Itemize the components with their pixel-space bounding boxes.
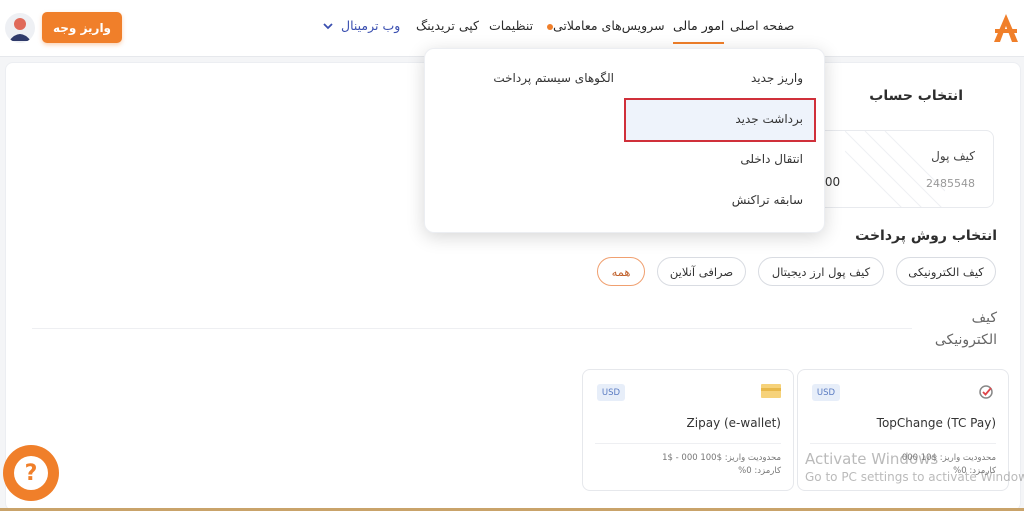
menu-item-transaction-history[interactable]: سابقه تراکنش	[732, 193, 803, 207]
question-mark-icon: ?	[14, 456, 48, 490]
zipay-logo-icon	[761, 384, 781, 398]
watermark-line-2: Go to PC settings to activate Windows.	[805, 470, 1024, 484]
nav-web-terminal[interactable]: وب ترمینال	[341, 18, 400, 33]
help-chat-button[interactable]: ?	[3, 445, 59, 501]
filter-all[interactable]: همه	[597, 257, 645, 286]
menu-item-new-withdrawal[interactable]: برداشت جدید	[735, 112, 803, 126]
method-fee: کارمزد: 0%	[738, 466, 781, 476]
currency-badge: USD	[812, 384, 840, 401]
nav-settings[interactable]: تنظیمات	[489, 18, 533, 33]
filter-ewallet[interactable]: کیف الکترونیکی	[896, 257, 996, 286]
menu-item-new-deposit[interactable]: واریز جدید	[751, 71, 803, 85]
menu-item-payment-system-patterns[interactable]: الگوهای سیستم پرداخت	[493, 71, 614, 85]
account-select-title: انتخاب حساب	[869, 88, 963, 104]
wallet-card[interactable]: کیف پول 2485548 .00	[814, 130, 994, 208]
wallet-name: کیف پول	[931, 149, 975, 163]
nav-home[interactable]: صفحه اصلی	[730, 18, 794, 33]
payment-method-title: انتخاب روش پرداخت	[855, 228, 997, 244]
method-name: Zipay (e-wallet)	[686, 416, 781, 430]
deposit-button[interactable]: واریز وجه	[42, 12, 122, 43]
method-limit: محدودیت واریز: $100 000 - $1	[662, 453, 781, 463]
wallet-number: 2485548	[926, 177, 975, 190]
filter-crypto-wallet[interactable]: کیف پول ارز دیجیتال	[758, 257, 884, 286]
chevron-down-icon[interactable]	[322, 20, 334, 32]
nav-trading-services[interactable]: سرویس‌های معاملاتی	[542, 18, 665, 33]
menu-item-internal-transfer[interactable]: انتقال داخلی	[740, 152, 803, 166]
brand-logo-icon[interactable]	[992, 12, 1020, 44]
card-pattern-icon	[845, 131, 945, 207]
currency-badge: USD	[597, 384, 625, 401]
windows-activation-watermark: Activate Windows Go to PC settings to ac…	[805, 450, 1024, 484]
card-divider	[810, 443, 996, 444]
nav-copy-trading[interactable]: کپی تریدینگ	[416, 18, 479, 33]
topchange-logo-icon	[979, 385, 993, 399]
category-label: کیف الکترونیکی	[934, 310, 997, 348]
section-divider	[32, 328, 912, 329]
nav-finance[interactable]: امور مالی	[673, 18, 725, 44]
watermark-line-1: Activate Windows	[805, 450, 939, 468]
card-divider	[595, 443, 781, 444]
finance-dropdown-menu: واریز جدید الگوهای سیستم پرداخت برداشت ج…	[424, 48, 825, 233]
method-card-zipay[interactable]: USD Zipay (e-wallet) محدودیت واریز: $100…	[582, 369, 794, 491]
nav-trading-services-label: سرویس‌های معاملاتی	[553, 18, 665, 33]
method-name: TopChange (TC Pay)	[876, 416, 996, 430]
filter-online-exchange[interactable]: صرافی آنلاین	[657, 257, 746, 286]
user-avatar-icon[interactable]	[5, 13, 35, 43]
